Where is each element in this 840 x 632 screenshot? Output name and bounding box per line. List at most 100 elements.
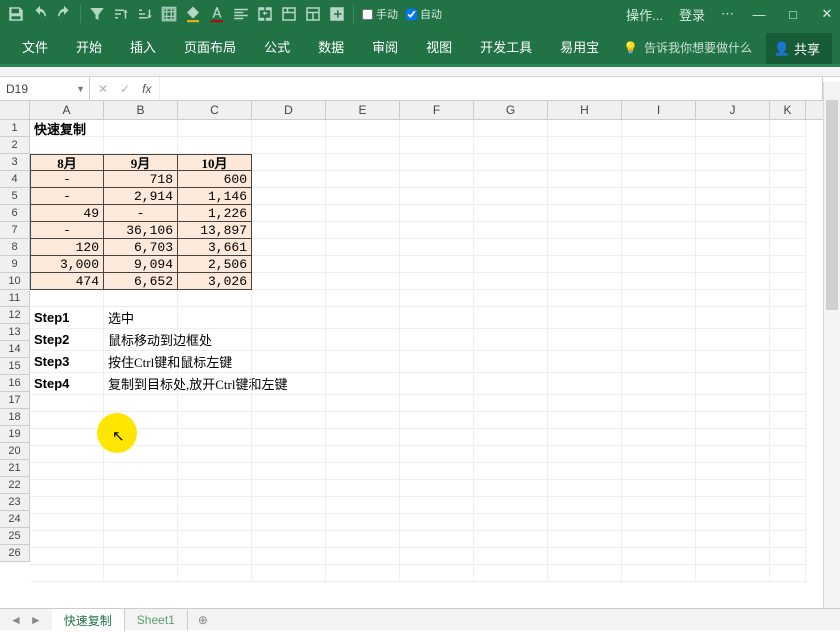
cell[interactable] <box>622 222 696 239</box>
row-header[interactable]: 17 <box>0 392 30 409</box>
cell[interactable] <box>622 395 696 412</box>
cell[interactable] <box>474 373 548 395</box>
insert-icon[interactable] <box>328 5 346 23</box>
cell[interactable] <box>696 239 770 256</box>
tab-home[interactable]: 开始 <box>62 29 116 64</box>
cell[interactable] <box>104 290 178 307</box>
manual-checkbox[interactable]: 手动 <box>362 6 398 22</box>
table-cell[interactable]: 6,652 <box>104 273 178 290</box>
cell[interactable] <box>622 239 696 256</box>
cell[interactable] <box>104 120 178 137</box>
cell[interactable] <box>548 154 622 171</box>
cell[interactable] <box>326 514 400 531</box>
col-header[interactable]: B <box>104 101 178 119</box>
cell[interactable] <box>548 137 622 154</box>
row-header[interactable]: 12 <box>0 307 30 324</box>
close-icon[interactable]: ✕ <box>818 5 836 23</box>
cell[interactable] <box>400 205 474 222</box>
cell[interactable] <box>696 446 770 463</box>
sheet-tab-active[interactable]: 快速复制 <box>52 608 125 632</box>
cell[interactable] <box>104 565 178 582</box>
filter-icon[interactable] <box>88 5 106 23</box>
cell[interactable] <box>104 531 178 548</box>
cell[interactable] <box>696 188 770 205</box>
cell[interactable] <box>622 188 696 205</box>
table-cell[interactable]: 718 <box>104 171 178 188</box>
tab-data[interactable]: 数据 <box>304 29 358 64</box>
table-header[interactable]: 8月 <box>30 154 104 171</box>
cell[interactable] <box>326 373 400 395</box>
cell[interactable] <box>474 480 548 497</box>
cell[interactable] <box>474 239 548 256</box>
cell[interactable] <box>474 395 548 412</box>
cell[interactable] <box>178 463 252 480</box>
cell[interactable] <box>400 239 474 256</box>
cell[interactable] <box>252 120 326 137</box>
cell[interactable] <box>178 329 252 351</box>
table-cell[interactable]: 2,914 <box>104 188 178 205</box>
cell[interactable] <box>252 188 326 205</box>
cell[interactable] <box>326 137 400 154</box>
cell[interactable] <box>622 120 696 137</box>
cell[interactable] <box>770 329 806 351</box>
cell[interactable] <box>770 531 806 548</box>
cell[interactable] <box>400 497 474 514</box>
cell[interactable] <box>178 395 252 412</box>
cell[interactable] <box>622 205 696 222</box>
cell[interactable] <box>400 290 474 307</box>
table-header[interactable]: 9月 <box>104 154 178 171</box>
cell[interactable] <box>252 395 326 412</box>
row-header[interactable]: 4 <box>0 171 30 188</box>
row-header[interactable]: 16 <box>0 375 30 392</box>
cell[interactable] <box>696 373 770 395</box>
cell[interactable] <box>622 565 696 582</box>
cell[interactable] <box>770 412 806 429</box>
table-cell[interactable]: 2,506 <box>178 256 252 273</box>
cell[interactable] <box>178 531 252 548</box>
cell[interactable] <box>326 412 400 429</box>
cell[interactable] <box>770 290 806 307</box>
col-header[interactable]: E <box>326 101 400 119</box>
cell[interactable] <box>104 497 178 514</box>
tab-view[interactable]: 视图 <box>412 29 466 64</box>
cell[interactable] <box>252 373 326 395</box>
cell[interactable] <box>252 351 326 373</box>
cell[interactable] <box>548 307 622 329</box>
cell[interactable] <box>326 256 400 273</box>
row-header[interactable]: 20 <box>0 443 30 460</box>
table-cell[interactable]: 36,106 <box>104 222 178 239</box>
row-header[interactable]: 23 <box>0 494 30 511</box>
cell[interactable] <box>622 480 696 497</box>
cell[interactable] <box>400 565 474 582</box>
tab-insert[interactable]: 插入 <box>116 29 170 64</box>
table-cell[interactable]: - <box>30 188 104 205</box>
cell[interactable] <box>178 351 252 373</box>
row-header[interactable]: 9 <box>0 256 30 273</box>
cell[interactable] <box>696 480 770 497</box>
cell[interactable] <box>770 373 806 395</box>
cell[interactable] <box>400 395 474 412</box>
cell[interactable] <box>326 273 400 290</box>
cell[interactable] <box>252 480 326 497</box>
cell[interactable] <box>30 480 104 497</box>
row-header[interactable]: 15 <box>0 358 30 375</box>
cell[interactable] <box>400 351 474 373</box>
cell[interactable] <box>696 154 770 171</box>
cell[interactable] <box>770 239 806 256</box>
table-format-icon[interactable] <box>304 5 322 23</box>
col-header[interactable]: F <box>400 101 474 119</box>
cell[interactable] <box>30 395 104 412</box>
vertical-scrollbar[interactable] <box>823 82 840 608</box>
table-cell[interactable]: 3,026 <box>178 273 252 290</box>
cell[interactable] <box>696 395 770 412</box>
cell[interactable] <box>400 256 474 273</box>
cell[interactable] <box>770 137 806 154</box>
cell[interactable] <box>548 120 622 137</box>
undo-icon[interactable] <box>31 5 49 23</box>
table-cell[interactable]: 9,094 <box>104 256 178 273</box>
cell[interactable] <box>474 256 548 273</box>
cell[interactable] <box>770 171 806 188</box>
row-header[interactable]: 2 <box>0 137 30 154</box>
cell[interactable] <box>178 120 252 137</box>
name-box[interactable]: D19 ▼ <box>0 77 90 100</box>
